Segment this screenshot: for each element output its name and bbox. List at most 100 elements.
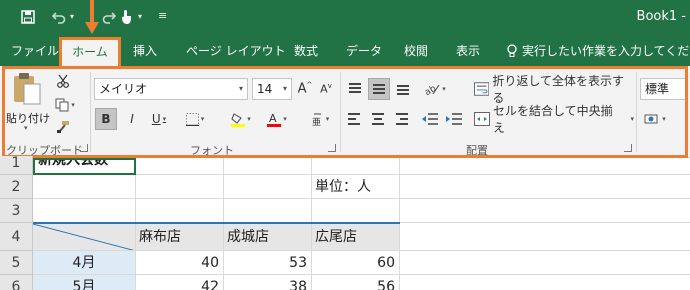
cell[interactable] <box>33 199 136 223</box>
format-painter-icon <box>57 121 69 133</box>
cell[interactable] <box>400 251 690 275</box>
cell[interactable] <box>136 158 224 175</box>
copy-icon <box>55 98 69 112</box>
month-cell[interactable]: 5月 <box>33 275 136 290</box>
phonetic-button[interactable]: 亜 ▾ <box>306 108 334 130</box>
number-format-combo[interactable]: 標準 <box>640 78 688 100</box>
cell[interactable] <box>312 199 400 223</box>
value-cell[interactable]: 42 <box>136 275 224 290</box>
row-header[interactable]: 4 <box>0 223 33 251</box>
cell[interactable] <box>136 199 224 223</box>
increase-indent-button[interactable] <box>444 108 464 130</box>
column-header-cell[interactable]: 麻布店 <box>136 224 224 251</box>
tab-review[interactable]: 校閲 <box>404 36 428 66</box>
cell[interactable] <box>33 175 136 199</box>
cell[interactable] <box>400 158 690 175</box>
group-divider <box>90 72 91 152</box>
cell[interactable] <box>224 158 312 175</box>
paste-caret-icon: ▾ <box>24 124 28 132</box>
align-right-icon <box>394 113 408 125</box>
borders-button[interactable]: ▾ <box>180 108 210 130</box>
font-group-label: フォント <box>190 144 234 157</box>
align-bottom-button[interactable] <box>393 78 413 100</box>
align-middle-button[interactable] <box>368 78 390 100</box>
tab-file[interactable]: ファイル <box>11 36 59 66</box>
format-painter-button[interactable] <box>52 116 74 138</box>
row-header[interactable]: 3 <box>0 199 33 223</box>
cell[interactable] <box>224 199 312 223</box>
touch-mode-caret-icon[interactable]: ▾ <box>138 12 142 21</box>
customize-caret-icon[interactable]: ≡ <box>158 9 167 22</box>
cell-unit-label[interactable]: 単位：人 <box>312 175 400 199</box>
orientation-button[interactable]: ab ▾ <box>420 78 450 100</box>
undo-icon[interactable] <box>50 8 68 26</box>
font-launcher-icon[interactable] <box>328 144 336 152</box>
value-cell[interactable]: 56 <box>312 275 400 290</box>
save-icon[interactable] <box>19 8 37 26</box>
paste-button[interactable]: 貼り付け ▾ <box>6 72 50 132</box>
month-label: 4月 <box>72 255 96 271</box>
align-center-button[interactable] <box>368 108 388 130</box>
underline-button[interactable]: U ▾ <box>145 108 173 130</box>
increase-font-button[interactable]: A^ <box>297 78 313 100</box>
wrap-text-button[interactable]: 折り返して全体を表示する <box>474 74 630 105</box>
column-header-cell[interactable]: 成城店 <box>224 224 312 251</box>
tell-me-box[interactable]: 実行したい作業を入力してください <box>506 36 690 66</box>
accounting-format-button[interactable]: ▾ <box>640 108 670 130</box>
value-cell[interactable]: 60 <box>312 251 400 275</box>
alignment-group-label: 配置 <box>466 144 488 157</box>
tab-formulas[interactable]: 数式 <box>294 36 318 66</box>
align-left-button[interactable] <box>345 108 365 130</box>
font-name-value: メイリオ <box>99 82 148 96</box>
cell[interactable] <box>400 175 690 199</box>
font-color-button[interactable]: A ▾ <box>262 108 292 130</box>
font-size-combo[interactable]: 14 ▾ <box>252 78 292 100</box>
font-name-combo[interactable]: メイリオ ▾ <box>94 78 248 100</box>
table-corner-cell[interactable] <box>33 224 136 251</box>
store-header: 広尾店 <box>315 229 357 245</box>
decrease-font-button[interactable]: Av <box>318 78 334 100</box>
value-cell[interactable]: 40 <box>136 251 224 275</box>
cell[interactable] <box>400 199 690 223</box>
alignment-launcher-icon[interactable] <box>624 144 632 152</box>
column-header-cell[interactable]: 広尾店 <box>312 224 400 251</box>
value-cell[interactable]: 38 <box>224 275 312 290</box>
value-cell[interactable]: 53 <box>224 251 312 275</box>
worksheet-grid[interactable]: 1 2 3 4 5 6 新規入会数 単位：人 麻布店 成城店 広尾店 4月 40… <box>0 156 690 290</box>
redo-icon[interactable] <box>100 8 118 26</box>
cut-button[interactable] <box>52 70 74 92</box>
cell[interactable] <box>400 275 690 290</box>
store-header: 麻布店 <box>139 229 181 245</box>
align-right-button[interactable] <box>391 108 411 130</box>
row-header[interactable]: 6 <box>0 275 33 290</box>
merge-center-caret-icon: ▾ <box>630 115 634 123</box>
bold-button[interactable]: B <box>95 108 117 130</box>
tab-view[interactable]: 表示 <box>456 36 480 66</box>
cell[interactable] <box>400 223 690 251</box>
cell[interactable] <box>224 175 312 199</box>
cell[interactable] <box>312 158 400 175</box>
tab-page-layout[interactable]: ページ レイアウト <box>186 36 286 66</box>
clipboard-launcher-icon[interactable] <box>80 144 88 152</box>
merge-center-label: セルを結合して中央揃え <box>492 104 613 135</box>
copy-button[interactable]: ▾ <box>52 94 78 116</box>
cell-a1[interactable]: 新規入会数 <box>33 158 136 175</box>
cell[interactable] <box>136 175 224 199</box>
tab-data[interactable]: データ <box>346 36 382 66</box>
merge-center-button[interactable]: セルを結合して中央揃え ▾ <box>474 104 634 135</box>
touch-mode-icon[interactable] <box>117 8 135 26</box>
undo-caret-icon[interactable]: ▾ <box>70 12 74 21</box>
italic-button[interactable]: I <box>122 108 142 130</box>
row-header[interactable]: 2 <box>0 175 33 199</box>
tab-home[interactable]: ホーム <box>59 37 121 66</box>
decrease-indent-button[interactable] <box>420 108 440 130</box>
lightbulb-icon <box>507 44 517 57</box>
tab-insert[interactable]: 挿入 <box>133 36 157 66</box>
align-top-button[interactable] <box>345 78 365 100</box>
fill-color-button[interactable]: ▾ <box>226 108 256 130</box>
row-header[interactable]: 5 <box>0 251 33 275</box>
row-header[interactable]: 1 <box>0 156 33 175</box>
bold-label: B <box>101 112 111 126</box>
month-cell[interactable]: 4月 <box>33 251 136 275</box>
unit-label-text: 単位：人 <box>315 179 371 195</box>
